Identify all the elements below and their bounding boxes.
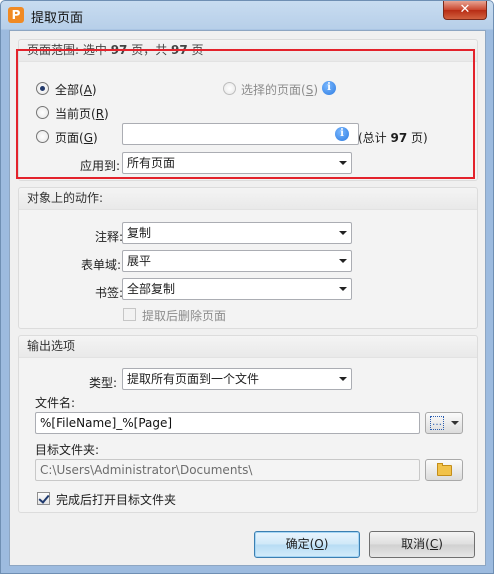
- bookmarks-label: 书签:: [95, 286, 124, 300]
- chevron-down-icon: [339, 259, 347, 263]
- highlight-box: [16, 49, 475, 179]
- chevron-down-icon: [339, 377, 347, 381]
- annotations-value: 复制: [127, 226, 152, 240]
- dialog-title: 提取页面: [31, 11, 84, 26]
- app-logo-icon: P: [8, 7, 24, 23]
- annotations-dropdown[interactable]: 复制: [122, 222, 352, 244]
- folder-input[interactable]: C:\Users\Administrator\Documents\: [35, 459, 420, 481]
- cancel-button[interactable]: 取消(C): [369, 531, 475, 558]
- chevron-down-icon: [339, 287, 347, 291]
- ok-button-text: 确定: [285, 537, 310, 551]
- title-bar[interactable]: P 提取页面 ✕: [1, 1, 493, 30]
- folder-label: 目标文件夹:: [35, 443, 100, 457]
- form-fields-value: 展平: [127, 254, 152, 268]
- output-group: 输出选项 类型: 提取所有页面到一个文件 文件名: %[FileName]_%[…: [18, 335, 478, 513]
- open-after-checkbox[interactable]: [37, 492, 50, 505]
- chevron-down-icon: [451, 421, 459, 425]
- ok-button-key: O: [314, 537, 324, 551]
- folder-icon: [437, 465, 452, 476]
- annotations-label: 注释:: [95, 230, 124, 244]
- actions-group: 对象上的动作: 注释: 复制 表单域: 展平 书签: 全部复制 提取后删除页面: [18, 187, 478, 329]
- type-label: 类型:: [89, 376, 118, 390]
- bookmarks-dropdown[interactable]: 全部复制: [122, 278, 352, 300]
- delete-after-label[interactable]: 提取后删除页面: [142, 307, 226, 324]
- form-fields-label: 表单域:: [81, 258, 122, 272]
- extract-pages-dialog: P 提取页面 ✕ 页面范围: 选中 97 页，共 97 页 全部(A) 选择的页…: [0, 0, 494, 574]
- browse-folder-button[interactable]: [425, 459, 463, 481]
- bookmarks-value: 全部复制: [127, 282, 176, 296]
- actions-header: 对象上的动作:: [19, 188, 477, 210]
- folder-tab-icon: [437, 463, 443, 466]
- type-value: 提取所有页面到一个文件: [127, 372, 260, 386]
- open-after-label[interactable]: 完成后打开目标文件夹: [56, 491, 176, 508]
- delete-after-checkbox[interactable]: [123, 308, 136, 321]
- type-dropdown[interactable]: 提取所有页面到一个文件: [122, 368, 352, 390]
- ok-button[interactable]: 确定(O): [254, 531, 360, 558]
- form-fields-dropdown[interactable]: 展平: [122, 250, 352, 272]
- dialog-body: 页面范围: 选中 97 页，共 97 页 全部(A) 选择的页面(S) i 当前…: [9, 30, 486, 566]
- filename-macro-button[interactable]: …: [425, 412, 463, 434]
- filename-input[interactable]: %[FileName]_%[Page]: [35, 412, 420, 434]
- cancel-button-key: C: [429, 537, 439, 551]
- chevron-down-icon: [339, 231, 347, 235]
- output-header: 输出选项: [19, 336, 477, 358]
- macro-icon: …: [430, 416, 444, 430]
- filename-label: 文件名:: [35, 396, 76, 410]
- close-button[interactable]: ✕: [443, 1, 487, 20]
- cancel-button-text: 取消: [401, 537, 426, 551]
